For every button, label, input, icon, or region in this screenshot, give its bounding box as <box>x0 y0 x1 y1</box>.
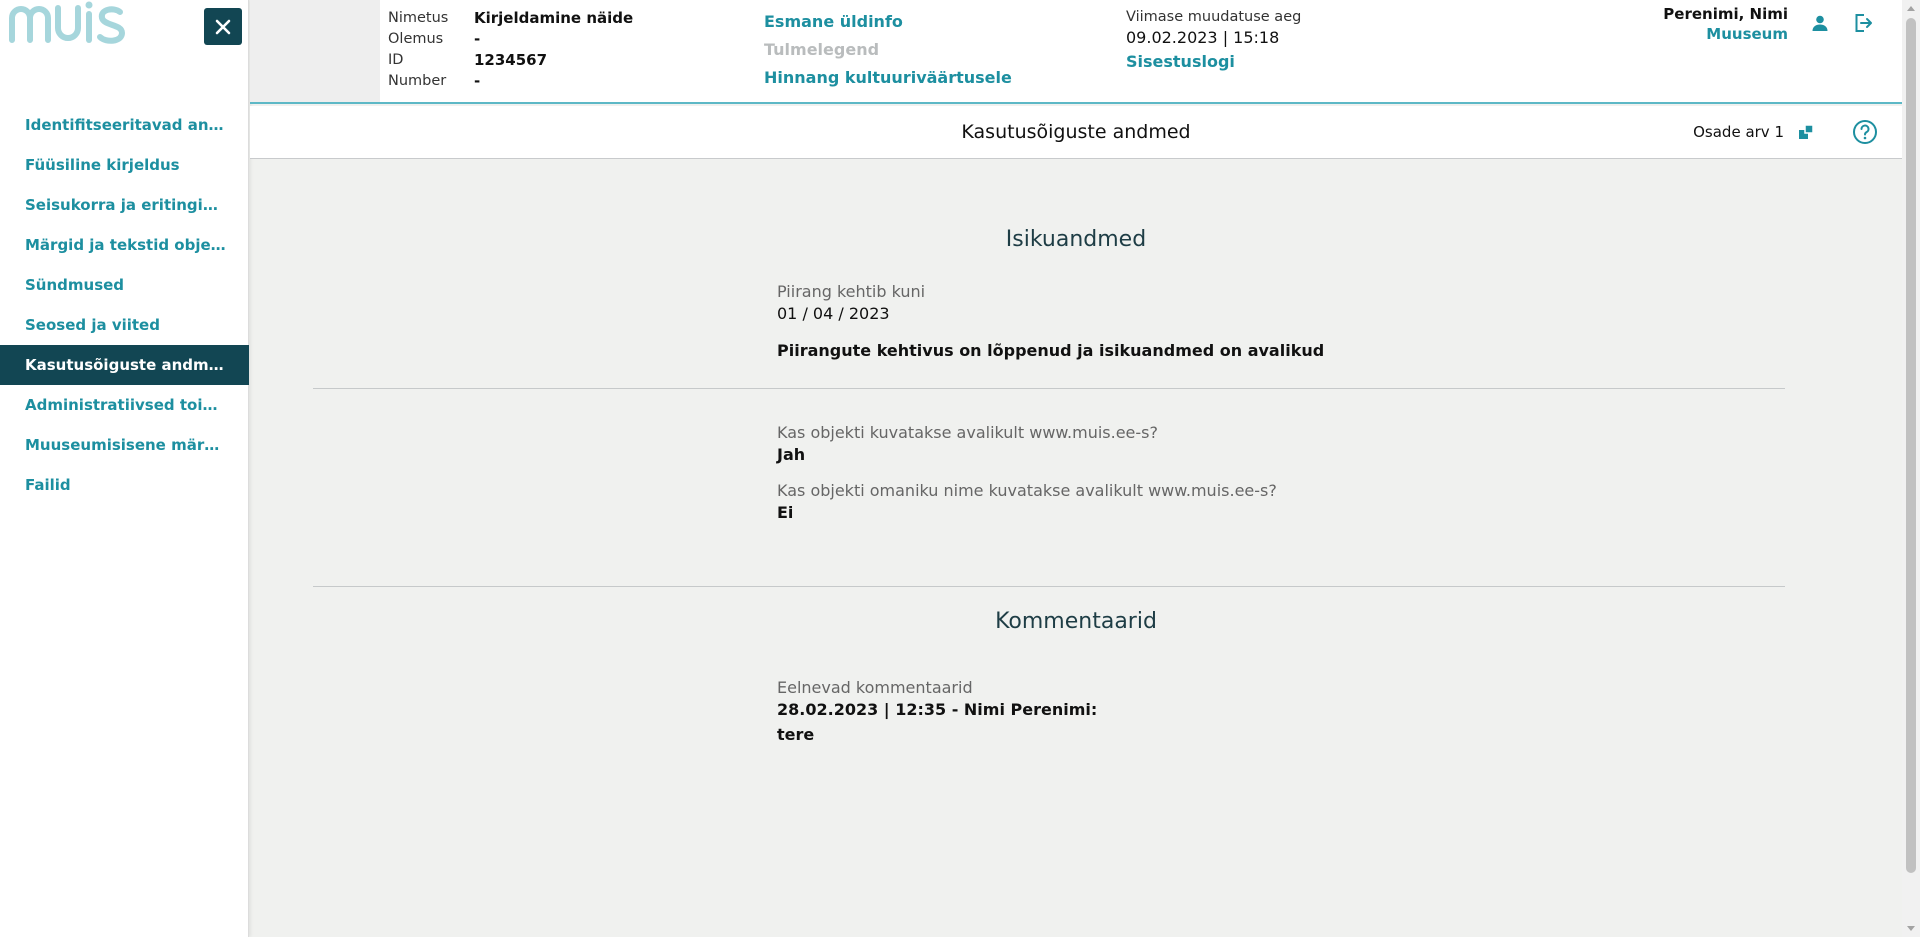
user-profile-button[interactable] <box>1808 11 1832 35</box>
close-icon <box>215 19 231 34</box>
sidebar-item-seisukord[interactable]: Seisukorra ja eritingimuste andmed <box>0 185 249 225</box>
meta-value-olemus: - <box>474 30 481 48</box>
owner-display-value: Ei <box>777 503 794 522</box>
sidebar-item-fuusiline[interactable]: Füüsiline kirjeldus <box>0 145 249 185</box>
sidebar-item-failid[interactable]: Failid <box>0 465 249 505</box>
sidebar-item-sundmused[interactable]: Sündmused <box>0 265 249 305</box>
owner-display-field: Kas objekti omaniku nime kuvatakse avali… <box>777 480 1277 524</box>
owner-display-label: Kas objekti omaniku nime kuvatakse avali… <box>777 481 1277 500</box>
restriction-field: Piirang kehtib kuni 01 / 04 / 2023 <box>777 281 925 325</box>
section-titlebar: Kasutusõiguste andmed Osade arv 1 <box>250 106 1902 159</box>
comment-text: tere <box>777 725 815 744</box>
scrollbar-thumb[interactable] <box>1906 18 1916 873</box>
sidebar-item-kasutusoigused[interactable]: Kasutusõiguste andmed <box>0 345 249 385</box>
sidebar-item-seosed[interactable]: Seosed ja viited <box>0 305 249 345</box>
public-display-value: Jah <box>777 445 806 464</box>
main-content: Isikuandmed Piirang kehtib kuni 01 / 04 … <box>250 160 1902 937</box>
sidebar-item-identifitseeritavad[interactable]: Identifitseeritavad andmed <box>0 105 249 145</box>
sidebar: Identifitseeritavad andmed Füüsiline kir… <box>0 0 249 937</box>
user-icon <box>1812 15 1828 31</box>
user-museum-link[interactable]: Muuseum <box>1663 24 1788 44</box>
scroll-up-icon[interactable] <box>1902 0 1920 17</box>
user-info: Perenimi, Nimi Muuseum <box>1663 4 1788 44</box>
page-scrollbar[interactable] <box>1902 0 1920 937</box>
restriction-value: 01 / 04 / 2023 <box>777 304 890 323</box>
meta-value-number: - <box>474 72 481 90</box>
object-thumbnail[interactable] <box>250 0 380 102</box>
meta-label: ID <box>388 52 404 68</box>
page-title: Kasutusõiguste andmed <box>961 121 1191 143</box>
personal-data-statement: Piirangute kehtivus on lõppenud ja isiku… <box>777 341 1325 360</box>
comments-heading: Kommentaarid <box>995 609 1157 634</box>
public-display-label: Kas objekti kuvatakse avalikult www.muis… <box>777 423 1158 442</box>
section-divider <box>313 586 1785 587</box>
meta-label: Number <box>388 73 447 89</box>
header-links: Esmane üldinfo Tulmelegend Hinnang kultu… <box>764 10 1012 94</box>
sidebar-item-administratiivsed[interactable]: Administratiivsed toimingud <box>0 385 249 425</box>
valuation-link[interactable]: Hinnang kultuuriväärtusele <box>764 66 1012 94</box>
comments-field: Eelnevad kommentaarid 28.02.2023 | 12:35… <box>777 677 1097 746</box>
object-meta: Nimetus Kirjeldamine näide Olemus - ID 1234… <box>388 8 633 92</box>
user-name: Perenimi, Nimi <box>1663 5 1788 23</box>
sidebar-nav: Identifitseeritavad andmed Füüsiline kir… <box>0 105 249 505</box>
close-sidebar-button[interactable] <box>204 8 242 45</box>
general-info-link[interactable]: Esmane üldinfo <box>764 10 1012 38</box>
modification-value: 09.02.2023 | 15:18 <box>1126 28 1280 47</box>
parts-count: Osade arv 1 <box>1693 123 1784 141</box>
meta-label: Olemus <box>388 31 444 47</box>
sidebar-item-margid[interactable]: Märgid ja tekstid objektil <box>0 225 249 265</box>
muis-logo[interactable] <box>8 0 134 46</box>
logout-icon <box>1855 14 1872 32</box>
parts-icon[interactable] <box>1797 122 1817 142</box>
logout-button[interactable] <box>1851 11 1875 35</box>
help-icon[interactable] <box>1852 119 1878 145</box>
comments-label: Eelnevad kommentaarid <box>777 678 973 697</box>
scroll-down-icon[interactable] <box>1902 920 1920 937</box>
sidebar-item-markus[interactable]: Muuseumisisene märkus <box>0 425 249 465</box>
input-log-link[interactable]: Sisestuslogi <box>1126 49 1301 75</box>
personal-data-heading: Isikuandmed <box>1005 227 1147 252</box>
object-header: Nimetus Kirjeldamine näide Olemus - ID 1234… <box>250 0 1902 104</box>
modification-info: Viimase muudatuse aeg 09.02.2023 | 15:18… <box>1126 7 1301 75</box>
legend-link: Tulmelegend <box>764 40 880 59</box>
restriction-label: Piirang kehtib kuni <box>777 282 926 301</box>
section-divider <box>313 388 1785 389</box>
modification-label: Viimase muudatuse aeg <box>1126 9 1302 25</box>
meta-label: Nimetus <box>388 10 449 26</box>
meta-value-nimetus: Kirjeldamine näide <box>474 9 634 27</box>
meta-value-id: 1234567 <box>474 51 548 69</box>
public-display-field: Kas objekti kuvatakse avalikult www.muis… <box>777 422 1158 466</box>
comment-header: 28.02.2023 | 12:35 - Nimi Perenimi: <box>777 700 1098 719</box>
